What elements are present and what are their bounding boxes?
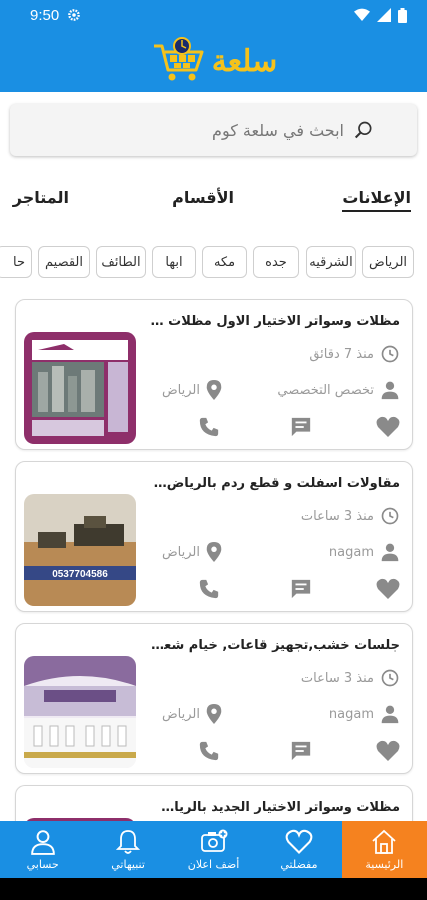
city-chip[interactable]: الرياض xyxy=(362,246,414,278)
nav-home[interactable]: الرئيسية xyxy=(341,821,427,878)
ad-image-event-hall xyxy=(24,656,136,768)
chat-icon[interactable] xyxy=(290,578,312,600)
clock-icon xyxy=(381,507,399,525)
search-icon[interactable] xyxy=(354,120,374,140)
tab-ads[interactable]: الإعلانات xyxy=(342,188,411,212)
nav-label: مفضلتي xyxy=(280,857,318,871)
home-icon xyxy=(372,829,396,854)
favorite-heart-icon[interactable] xyxy=(376,578,400,600)
ad-user: nagam xyxy=(328,706,374,722)
app-header: سلعة xyxy=(0,30,427,92)
nav-account[interactable]: حسابي xyxy=(0,821,85,878)
ad-city: الرياض xyxy=(161,544,200,560)
city-chip[interactable]: الشرقيه xyxy=(306,246,356,278)
ad-user-row: nagam xyxy=(329,542,400,562)
nav-label: تنبيهاتي xyxy=(111,857,145,871)
logo-text: سلعة xyxy=(211,43,278,79)
ad-time-row: منذ 7 دقائق xyxy=(309,344,400,364)
nav-add-ad[interactable]: أضف اعلان xyxy=(171,821,256,878)
phone-icon[interactable] xyxy=(198,578,220,600)
ad-card[interactable]: مظلات وسواتر الاختيار الاول مظلات مواق..… xyxy=(15,299,413,450)
main-tabs: الإعلانات الأقسام المتاجر xyxy=(0,180,427,220)
nav-label: حسابي xyxy=(26,857,59,871)
ad-thumbnail[interactable]: 0537704586 xyxy=(24,494,136,606)
ad-title[interactable]: مظلات وسواتر الاختيار الجديد بالرياض - ب… xyxy=(150,800,400,815)
ad-time-row: منذ 3 ساعات xyxy=(301,668,400,688)
status-time: 9:50 xyxy=(30,6,60,24)
bottom-navigation: حسابي تنبيهاتي أضف اعلان مفضلتي الرئيسية xyxy=(0,821,427,878)
city-chip[interactable]: جده xyxy=(253,246,299,278)
nav-notifications[interactable]: تنبيهاتي xyxy=(85,821,170,878)
ad-time: منذ 3 ساعات xyxy=(300,508,374,524)
search-bar[interactable] xyxy=(10,104,417,156)
ad-image-brochure xyxy=(24,332,136,444)
clock-icon xyxy=(381,345,399,363)
ad-time-row: منذ 3 ساعات xyxy=(301,506,400,526)
ad-time: منذ 3 ساعات xyxy=(300,670,374,686)
location-pin-icon xyxy=(206,542,222,562)
ad-location-row: الرياض xyxy=(162,704,222,724)
nav-favorites[interactable]: مفضلتي xyxy=(256,821,341,878)
city-chip[interactable]: القصيم xyxy=(38,246,90,278)
ad-location-row: الرياض xyxy=(162,380,222,400)
search-input[interactable] xyxy=(24,120,344,140)
settings-gear-icon xyxy=(68,9,81,21)
wifi-icon xyxy=(354,8,370,21)
city-chip[interactable]: الطائف xyxy=(96,246,146,278)
location-pin-icon xyxy=(206,704,222,724)
phone-icon[interactable] xyxy=(198,740,220,762)
nav-label: أضف اعلان xyxy=(187,857,240,871)
ad-title[interactable]: مظلات وسواتر الاختيار الاول مظلات مواق..… xyxy=(150,314,400,329)
app-logo: سلعة xyxy=(150,36,278,86)
ad-image-caption: 0537704586 xyxy=(52,569,108,580)
system-navigation-bar xyxy=(0,878,427,900)
ad-time: منذ 7 دقائق xyxy=(309,346,374,362)
camera-add-icon xyxy=(200,829,228,852)
location-pin-icon xyxy=(206,380,222,400)
ad-title[interactable]: مقاولات اسفلت و قطع ردم بالرياض 086 ...7 xyxy=(150,476,400,491)
chat-icon[interactable] xyxy=(290,740,312,762)
shopping-cart-icon xyxy=(153,37,204,81)
city-chip[interactable]: حا xyxy=(0,246,32,278)
ad-thumbnail[interactable] xyxy=(24,332,136,444)
city-chip[interactable]: مكه xyxy=(202,246,247,278)
ad-card[interactable]: جلسات خشب,تجهيز قاعات, خيام شعبية ,خ... … xyxy=(15,623,413,774)
signal-icon xyxy=(377,8,391,22)
bell-icon xyxy=(116,829,141,854)
favorite-heart-icon[interactable] xyxy=(376,740,400,762)
ad-card[interactable]: مقاولات اسفلت و قطع ردم بالرياض 086 ...7… xyxy=(15,461,413,612)
phone-icon[interactable] xyxy=(198,416,220,438)
city-chip[interactable]: ابها xyxy=(152,246,196,278)
nav-label: الرئيسية xyxy=(365,857,404,871)
ad-thumbnail[interactable] xyxy=(24,656,136,768)
person-icon xyxy=(30,829,55,855)
ad-image-construction: 0537704586 xyxy=(24,494,136,606)
ad-title[interactable]: جلسات خشب,تجهيز قاعات, خيام شعبية ,خ... xyxy=(150,638,400,653)
status-bar: 9:50 xyxy=(0,0,427,30)
clock-icon xyxy=(381,669,399,687)
chat-icon[interactable] xyxy=(290,416,312,438)
battery-icon xyxy=(398,7,407,23)
person-icon xyxy=(381,705,399,724)
ad-user-row: تخصص التخصصي xyxy=(277,380,400,400)
ad-user: تخصص التخصصي xyxy=(277,382,374,398)
favorite-heart-icon[interactable] xyxy=(376,416,400,438)
ad-city: الرياض xyxy=(161,382,200,398)
ad-location-row: الرياض xyxy=(162,542,222,562)
person-icon xyxy=(381,543,399,562)
person-icon xyxy=(381,381,399,400)
heart-icon xyxy=(285,829,313,854)
tab-categories[interactable]: الأقسام xyxy=(172,188,234,207)
ad-city: الرياض xyxy=(161,706,200,722)
tab-stores[interactable]: المتاجر xyxy=(13,188,69,207)
city-filter: الرياض الشرقيه جده مكه ابها الطائف القصي… xyxy=(0,246,427,280)
ad-user-row: nagam xyxy=(329,704,400,724)
ad-user: nagam xyxy=(328,544,374,560)
